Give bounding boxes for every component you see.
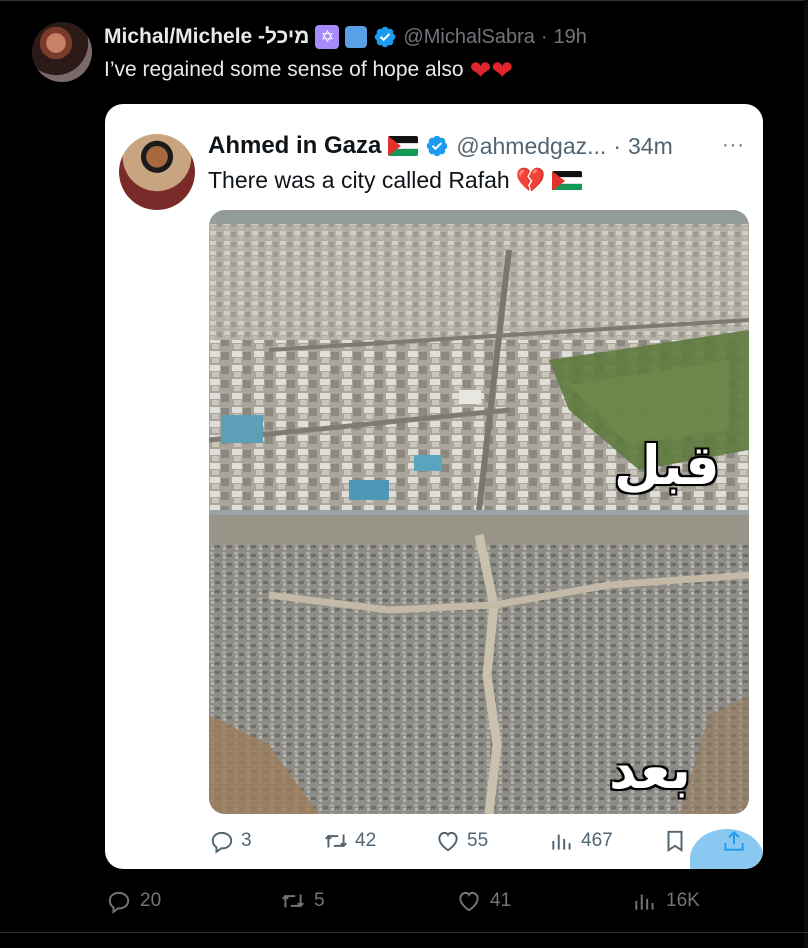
retweet-icon <box>325 834 347 848</box>
palestine-flag-icon <box>388 136 419 156</box>
quoted-action-bar: 3 42 55 467 <box>105 824 763 860</box>
star-of-david-emoji: ✡ <box>315 25 340 49</box>
retweet-icon <box>282 894 304 908</box>
before-after-photo[interactable]: قبل بعد <box>209 210 749 814</box>
quoted-like-button[interactable]: 55 <box>435 828 488 854</box>
window-edge <box>804 0 808 948</box>
share-icon <box>724 830 744 851</box>
tweet-text: I’ve regained some sense of hope also ❤❤ <box>104 57 513 83</box>
more-options-icon[interactable]: ··· <box>722 134 745 157</box>
quoted-reply-button[interactable]: 3 <box>209 828 252 854</box>
tweet-header: Michal/Michele -מיכל ✡ @MichalSabra · 19… <box>104 22 587 52</box>
reply-icon <box>108 891 130 914</box>
views-count: 16K <box>666 890 700 911</box>
divider <box>0 0 808 1</box>
like-count: 41 <box>490 890 512 911</box>
quoted-share-button[interactable] <box>721 828 747 854</box>
quoted-text-body: There was a city called Rafah <box>208 167 510 193</box>
retweet-count: 5 <box>314 890 325 911</box>
divider <box>0 932 808 933</box>
author-avatar[interactable] <box>32 22 92 82</box>
retweet-button[interactable]: 5 <box>280 888 325 914</box>
after-label: بعد <box>609 738 691 801</box>
author-name[interactable]: Michal/Michele -מיכל <box>104 25 309 49</box>
like-button[interactable]: 41 <box>456 888 511 914</box>
tweet-text-body: I’ve regained some sense of hope also <box>104 58 464 81</box>
red-hearts-emoji: ❤❤ <box>469 55 514 85</box>
quoted-separator-dot: · <box>613 132 621 159</box>
quoted-tweet-time[interactable]: 34m <box>628 133 673 160</box>
reply-button[interactable]: 20 <box>106 888 161 914</box>
quoted-author-name[interactable]: Ahmed in Gaza <box>208 132 381 160</box>
quoted-tweet-text: There was a city called Rafah 💔 <box>208 166 582 195</box>
views-button[interactable]: 16K <box>632 888 700 914</box>
reply-count: 20 <box>140 890 162 911</box>
quoted-retweet-button[interactable]: 42 <box>323 828 376 854</box>
quoted-author-handle[interactable]: @ahmedgaz... <box>456 133 606 160</box>
heart-icon <box>459 891 479 912</box>
quoted-author-avatar[interactable] <box>119 134 195 210</box>
quoted-tweet-card[interactable]: Ahmed in Gaza @ahmedgaz... · 34m ··· The… <box>105 104 763 869</box>
quoted-bookmark-button[interactable] <box>662 828 688 854</box>
verified-badge-icon[interactable] <box>373 25 397 49</box>
quoted-verified-badge-icon[interactable] <box>425 134 449 158</box>
author-handle[interactable]: @MichalSabra <box>403 26 534 49</box>
quoted-reply-count: 3 <box>241 830 252 851</box>
quoted-retweet-count: 42 <box>355 830 377 851</box>
quoted-views-button[interactable]: 467 <box>549 828 613 854</box>
bookmark-icon <box>667 830 683 853</box>
before-label: قبل <box>614 434 720 497</box>
tweet-action-bar: 20 5 41 16K <box>0 880 808 924</box>
broken-heart-emoji: 💔 <box>515 167 546 194</box>
views-icon <box>552 834 571 850</box>
tweet-view: Michal/Michele -מיכל ✡ @MichalSabra · 19… <box>0 0 808 948</box>
quoted-views-count: 467 <box>581 830 613 851</box>
reply-icon <box>211 831 233 854</box>
quoted-tweet-header: Ahmed in Gaza @ahmedgaz... · 34m <box>208 130 673 162</box>
palestine-flag-emoji <box>551 170 582 191</box>
heart-icon <box>438 831 458 852</box>
blue-square-emoji <box>345 26 368 48</box>
views-icon <box>635 894 654 910</box>
tweet-time[interactable]: 19h <box>554 26 587 49</box>
quoted-like-count: 55 <box>467 830 489 851</box>
separator-dot: · <box>540 25 548 48</box>
